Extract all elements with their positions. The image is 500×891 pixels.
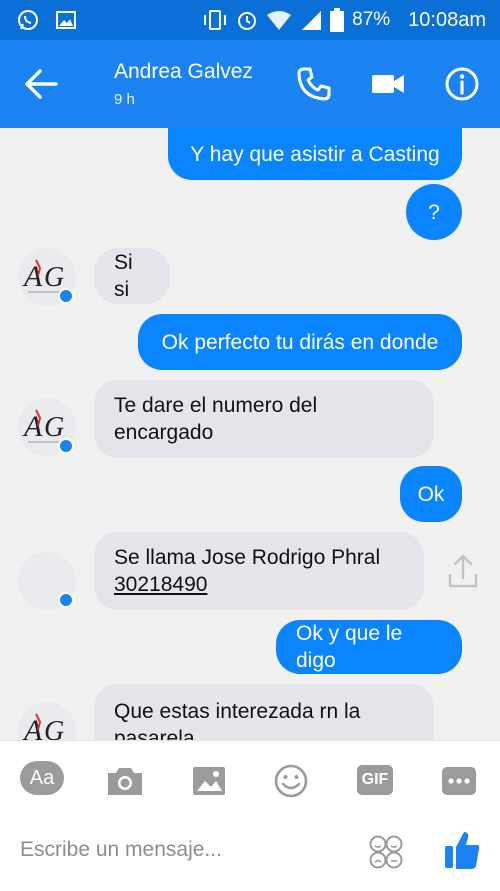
aa-label: Aa [29, 766, 55, 789]
messenger-badge-icon [58, 592, 74, 608]
outgoing-message[interactable]: ? [406, 184, 462, 240]
svg-text:G: G [44, 716, 64, 740]
message-text: Y hay que asistir a Casting [190, 142, 440, 166]
incoming-message[interactable]: Si si [94, 248, 170, 304]
message-list[interactable]: Y hay que asistir a Casting ? AG Si si O… [0, 128, 500, 740]
incoming-message[interactable]: Se llama Jose Rodrigo Phral 30218490 [94, 532, 424, 610]
contact-avatar[interactable]: AG [18, 248, 76, 306]
incoming-message[interactable]: Te dare el numero del encargado [94, 380, 434, 458]
alarm-icon [238, 12, 257, 30]
stickers-icon[interactable] [366, 832, 406, 872]
outgoing-message[interactable]: Ok perfecto tu dirás en donde [138, 314, 462, 370]
back-arrow-icon[interactable] [22, 66, 60, 102]
battery-level: 87% [352, 9, 391, 30]
contact-avatar[interactable]: AG [18, 702, 76, 740]
message-text: Te dare el numero del [114, 394, 318, 417]
whatsapp-icon [18, 10, 38, 30]
message-text: pasarela [114, 727, 195, 740]
contact-avatar[interactable] [18, 552, 76, 610]
message-text: encargado [114, 421, 214, 444]
message-text: Que estas interezada rn la [114, 700, 361, 723]
message-text: Se llama Jose Rodrigo Phral [114, 546, 381, 569]
gif-label: GIF [361, 771, 389, 788]
clock: 10:08am [408, 8, 486, 31]
svg-text:A: A [22, 260, 43, 293]
vibrate-icon [204, 10, 227, 30]
signal-icon [302, 11, 322, 30]
message-text: Ok y que le digo [296, 622, 403, 672]
wifi-icon [267, 11, 292, 30]
messenger-badge-icon [58, 438, 74, 454]
composer: Aa GIF [0, 740, 500, 891]
outgoing-message[interactable]: Ok [400, 466, 462, 522]
phone-call-icon[interactable] [294, 64, 334, 104]
conversation-header: Andrea Galvez 9 h [0, 40, 500, 128]
incoming-message[interactable]: Que estas interezada rn la pasarela [94, 684, 434, 740]
message-text: Si si [114, 251, 133, 301]
gallery-icon[interactable] [188, 763, 230, 799]
outgoing-message[interactable]: Y hay que asistir a Casting [168, 128, 462, 180]
image-notification-icon [56, 11, 76, 29]
contact-avatar[interactable]: AG [18, 398, 76, 456]
svg-text:A: A [22, 714, 43, 740]
outgoing-message[interactable]: Ok y que le digo [276, 620, 462, 674]
battery-icon [330, 8, 345, 32]
phone-number-link[interactable]: 30218490 [114, 571, 380, 598]
message-text: ? [428, 200, 440, 224]
aa-button[interactable]: Aa [20, 761, 64, 795]
info-icon[interactable] [442, 64, 482, 104]
last-active-status: 9 h [114, 91, 135, 108]
gif-button[interactable]: GIF [357, 765, 393, 795]
message-text: Ok perfecto tu dirás en donde [161, 330, 439, 354]
messenger-badge-icon [58, 288, 74, 304]
camera-icon[interactable] [104, 763, 146, 799]
status-bar: 87% 10:08am [0, 0, 500, 40]
share-icon[interactable] [446, 552, 480, 590]
thumbs-up-icon[interactable] [442, 828, 482, 872]
ag-logo-icon: AG [22, 713, 64, 740]
message-input[interactable]: Escribe un mensaje... [20, 838, 222, 862]
message-text: Ok [417, 482, 445, 506]
video-call-icon[interactable] [368, 64, 408, 104]
more-options-icon[interactable] [438, 763, 480, 799]
contact-name[interactable]: Andrea Galvez [114, 60, 253, 84]
svg-text:A: A [22, 410, 43, 443]
emoji-icon[interactable] [270, 763, 312, 799]
